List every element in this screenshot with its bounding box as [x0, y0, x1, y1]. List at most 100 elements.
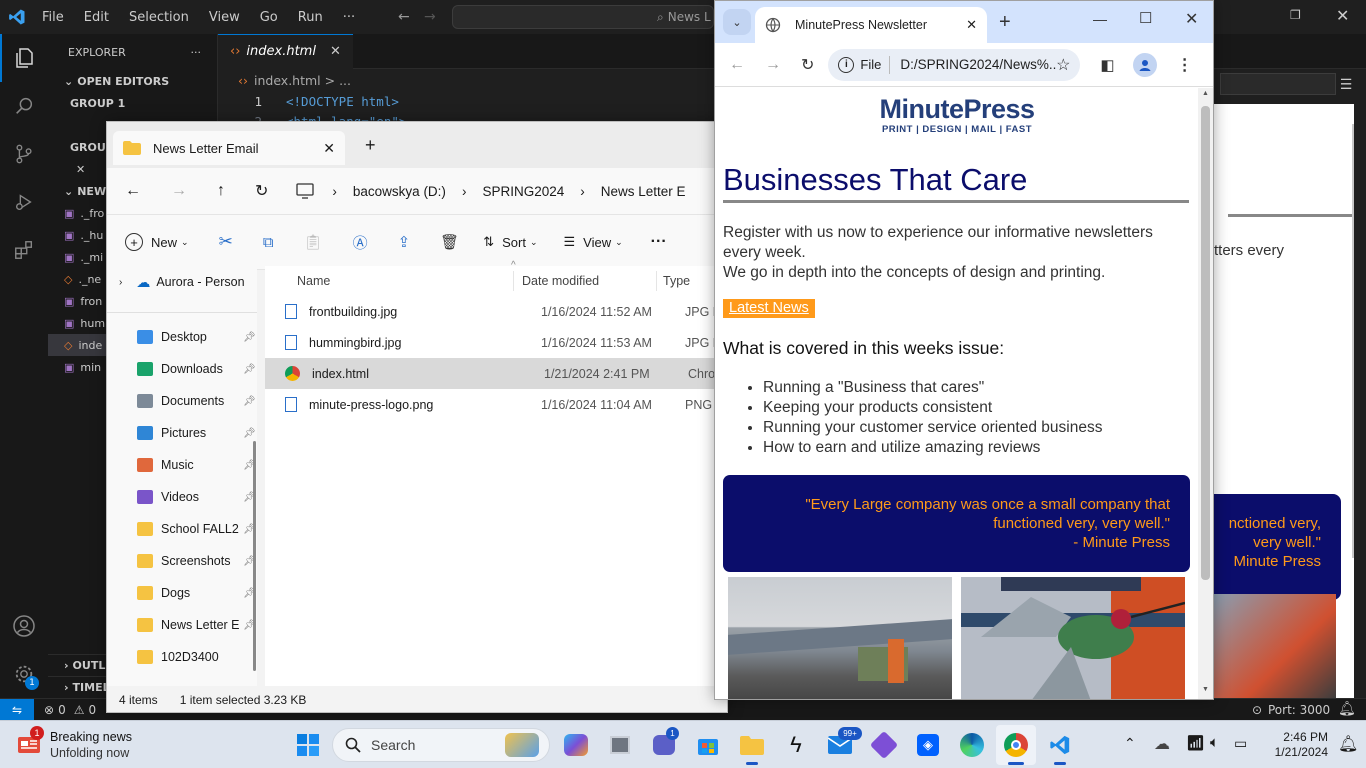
profile-avatar-icon[interactable]	[1132, 52, 1157, 77]
chrome-tab[interactable]: MinutePress Newsletter ✕	[755, 7, 987, 43]
task-view-icon[interactable]	[600, 725, 640, 765]
url-text[interactable]: D:/SPRING2024/News%...	[900, 57, 1056, 72]
menu-view[interactable]: View	[209, 10, 240, 25]
command-center-search[interactable]: ⌕ News L	[452, 5, 714, 29]
sort-button[interactable]: ⇅ Sort ⌄	[483, 234, 537, 250]
pin-icon[interactable]: 📌︎	[243, 428, 256, 439]
pin-icon[interactable]: 📌︎	[243, 396, 256, 407]
side-panel-icon[interactable]: ◧	[1100, 56, 1114, 74]
forward-arrow-icon[interactable]: →	[424, 9, 436, 25]
copy-icon[interactable]: ⧉	[263, 234, 274, 251]
file-row[interactable]: index.html 1/21/2024 2:41 PM Chro	[265, 358, 727, 389]
more-actions-icon[interactable]: ···	[191, 46, 202, 59]
remote-icon[interactable]: ⇋	[0, 698, 34, 721]
store-icon[interactable]	[688, 725, 728, 765]
type-column-header[interactable]: Type	[657, 274, 690, 288]
pin-icon[interactable]: 📌︎	[243, 332, 256, 343]
chrome-taskbar-icon[interactable]	[996, 725, 1036, 765]
new-tab-plus-icon[interactable]: +	[999, 11, 1011, 34]
nav-item[interactable]: Desktop 📌︎	[107, 321, 257, 353]
menu-run[interactable]: Run	[298, 10, 323, 25]
latest-news-link[interactable]: Latest News	[723, 299, 815, 318]
view-button[interactable]: ☰ View ⌄	[564, 234, 623, 250]
windows-start-icon[interactable]	[288, 725, 328, 765]
run-debug-icon[interactable]	[0, 178, 48, 226]
page-scrollbar[interactable]: ▲ ▼	[1198, 88, 1213, 699]
search-icon[interactable]	[0, 82, 48, 130]
nav-item[interactable]: Music 📌︎	[107, 449, 257, 481]
back-arrow-icon[interactable]: ←	[398, 9, 410, 25]
date-column-header[interactable]: Date modified	[514, 274, 656, 288]
close-icon[interactable]: ✕	[1336, 6, 1349, 25]
live-server-port[interactable]: Port: 3000	[1268, 703, 1330, 717]
scroll-thumb[interactable]	[1201, 106, 1210, 580]
minimize-icon[interactable]: —	[1093, 11, 1107, 27]
scroll-up-icon[interactable]: ▲	[1202, 90, 1209, 97]
settings-gear-icon[interactable]: 1	[0, 650, 48, 698]
vscode-taskbar-icon[interactable]	[1040, 725, 1080, 765]
restore-icon[interactable]: ❐	[1290, 8, 1301, 22]
refresh-icon[interactable]: ↻	[255, 181, 268, 201]
nav-item[interactable]: 102D3400	[107, 641, 257, 673]
tab-search-chevron-icon[interactable]: ⌄	[723, 9, 751, 35]
nav-item[interactable]: Downloads 📌︎	[107, 353, 257, 385]
address-bar[interactable]: i File D:/SPRING2024/News%... ☆	[828, 48, 1081, 81]
breadcrumb-drive[interactable]: bacowskya (D:)	[353, 184, 446, 199]
explorer-tab[interactable]: News Letter Email ✕	[113, 131, 345, 165]
cut-icon[interactable]: ✂	[219, 232, 233, 252]
kebab-menu-icon[interactable]: ⋮	[1177, 55, 1193, 75]
menu-more[interactable]: ···	[343, 10, 355, 25]
battery-icon[interactable]: ▭	[1234, 735, 1247, 752]
close-icon[interactable]: ✕	[966, 17, 977, 33]
chevron-up-icon[interactable]: ⌃	[1124, 735, 1136, 752]
back-arrow-icon[interactable]: ←	[729, 56, 745, 74]
explorer-files-icon[interactable]	[0, 34, 48, 82]
new-button[interactable]: + New ⌄	[125, 233, 189, 251]
up-arrow-icon[interactable]: ↑	[217, 182, 225, 200]
forward-arrow-icon[interactable]: →	[171, 182, 187, 200]
close-window-icon[interactable]: ✕	[1185, 9, 1198, 29]
mail-icon[interactable]: 99+	[820, 725, 862, 765]
nav-scrollbar[interactable]	[253, 441, 256, 671]
find-widget[interactable]	[1220, 73, 1336, 95]
reload-icon[interactable]: ↻	[801, 55, 814, 75]
forward-arrow-icon[interactable]: →	[765, 56, 781, 74]
menu-go[interactable]: Go	[260, 10, 278, 25]
name-column-header[interactable]: Name	[265, 274, 513, 288]
more-options-icon[interactable]: ···	[651, 233, 667, 251]
nav-item[interactable]: School FALL2 📌︎	[107, 513, 257, 545]
menu-file[interactable]: File	[42, 10, 64, 25]
lightning-app-icon[interactable]: ϟ	[776, 725, 816, 765]
visual-studio-icon[interactable]	[864, 725, 904, 765]
breadcrumb[interactable]: › bacowskya (D:) › SPRING2024 › News Let…	[296, 174, 727, 208]
file-row[interactable]: hummingbird.jpg 1/16/2024 11:53 AM JPG F	[265, 327, 727, 358]
back-arrow-icon[interactable]: ←	[125, 182, 141, 200]
menu-selection[interactable]: Selection	[129, 10, 189, 25]
editor-tab[interactable]: ‹› index.html ✕	[218, 33, 353, 69]
scroll-down-icon[interactable]: ▼	[1202, 686, 1209, 693]
close-icon[interactable]: ✕	[76, 163, 85, 176]
file-explorer-taskbar-icon[interactable]	[732, 725, 772, 765]
copilot-icon[interactable]	[556, 725, 596, 765]
close-icon[interactable]: ✕	[330, 44, 341, 59]
clock[interactable]: 2:46 PM 1/21/2024	[1262, 730, 1328, 760]
share-icon[interactable]: ⇪	[398, 233, 411, 251]
breadcrumb-folder[interactable]: SPRING2024	[482, 184, 564, 199]
source-control-icon[interactable]	[0, 130, 48, 178]
file-row[interactable]: frontbuilding.jpg 1/16/2024 11:52 AM JPG F	[265, 296, 727, 327]
paste-icon[interactable]: 📋︎	[304, 233, 323, 251]
nav-item[interactable]: Dogs 📌︎	[107, 577, 257, 609]
speaker-icon[interactable]: 🔈︎	[1210, 734, 1219, 751]
open-editors-section[interactable]: ⌄ OPEN EDITORS	[48, 70, 217, 92]
dropbox-icon[interactable]: ◈	[908, 725, 948, 765]
maximize-icon[interactable]: ☐	[1139, 9, 1152, 27]
taskbar-search-box[interactable]: Search	[332, 728, 550, 762]
extensions-icon[interactable]	[0, 226, 48, 274]
news-widget[interactable]: 1 Breaking news Unfolding now	[16, 726, 132, 763]
nav-item[interactable]: Documents 📌︎	[107, 385, 257, 417]
teams-icon[interactable]: 1	[644, 725, 684, 765]
close-icon[interactable]: ✕	[323, 140, 335, 157]
file-chip[interactable]: File	[860, 57, 881, 72]
nav-item[interactable]: Videos 📌︎	[107, 481, 257, 513]
preview-scrollbar[interactable]	[1352, 124, 1354, 558]
